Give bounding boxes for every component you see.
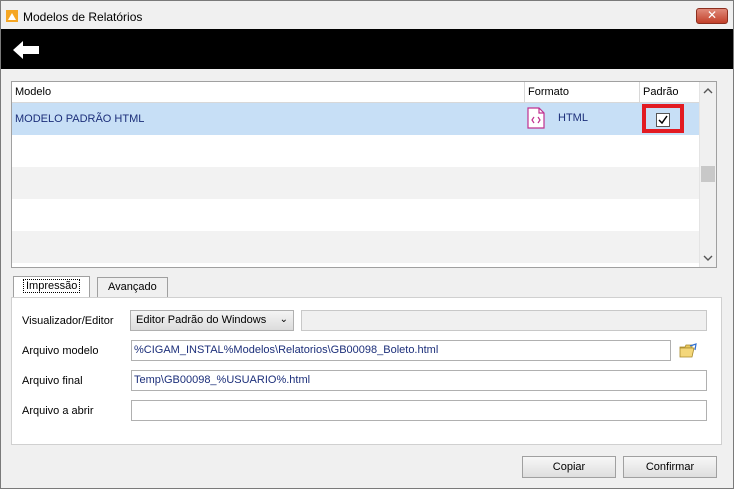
visualizador-select[interactable]: Editor Padrão do Windows ⌄ — [130, 310, 294, 331]
arquivo-abrir-label: Arquivo a abrir — [22, 405, 94, 417]
empty-row — [12, 135, 700, 167]
report-models-window: Modelos de Relatórios ✕ Modelo Formato P… — [0, 0, 734, 489]
html-file-icon — [527, 107, 545, 129]
vertical-scrollbar[interactable] — [699, 82, 716, 267]
visualizador-value: Editor Padrão do Windows — [136, 314, 267, 326]
copiar-button[interactable]: Copiar — [522, 456, 616, 478]
title-bar: Modelos de Relatórios ✕ — [1, 1, 733, 29]
cell-modelo: MODELO PADRÃO HTML — [15, 113, 145, 125]
arquivo-final-field[interactable]: Temp\GB00098_%USUARIO%.html — [131, 370, 707, 391]
window-title: Modelos de Relatórios — [23, 10, 143, 24]
empty-row — [12, 167, 700, 199]
visualizador-label: Visualizador/Editor — [22, 315, 114, 327]
column-header-modelo[interactable]: Modelo — [12, 82, 525, 103]
app-icon — [6, 10, 18, 22]
column-header-padrao[interactable]: Padrão — [640, 82, 700, 103]
open-folder-icon[interactable] — [679, 343, 697, 359]
tab-avancado[interactable]: Avançado — [97, 277, 168, 298]
toolbar — [1, 29, 733, 69]
checkmark-icon — [658, 115, 668, 125]
confirmar-button[interactable]: Confirmar — [623, 456, 717, 478]
back-arrow-icon[interactable] — [11, 40, 41, 60]
impressao-panel: Visualizador/Editor Editor Padrão do Win… — [11, 297, 722, 445]
padrao-checkbox[interactable] — [656, 113, 670, 127]
arquivo-modelo-field[interactable]: %CIGAM_INSTAL%Modelos\Relatorios\GB00098… — [131, 340, 671, 361]
empty-row — [12, 231, 700, 263]
visualizador-extra-field — [301, 310, 707, 331]
chevron-down-icon: ⌄ — [279, 314, 288, 325]
grid-header: Modelo Formato Padrão — [12, 82, 700, 103]
tab-strip: Impressão Avançado — [11, 276, 311, 299]
tab-impressao-label: Impressão — [22, 279, 81, 293]
scroll-thumb[interactable] — [701, 166, 715, 182]
models-grid: Modelo Formato Padrão MODELO PADRÃO HTML… — [11, 81, 717, 268]
table-row[interactable]: MODELO PADRÃO HTML HTML — [12, 103, 700, 135]
column-header-formato[interactable]: Formato — [525, 82, 640, 103]
tab-impressao[interactable]: Impressão — [13, 276, 91, 298]
scroll-up-icon[interactable] — [703, 86, 713, 96]
empty-row — [12, 199, 700, 231]
arquivo-modelo-label: Arquivo modelo — [22, 345, 99, 357]
cell-formato: HTML — [558, 112, 588, 124]
padrao-highlight — [642, 104, 684, 133]
close-button[interactable]: ✕ — [696, 8, 728, 24]
arquivo-abrir-field[interactable] — [131, 400, 707, 421]
scroll-down-icon[interactable] — [703, 253, 713, 263]
arquivo-final-label: Arquivo final — [22, 375, 83, 387]
